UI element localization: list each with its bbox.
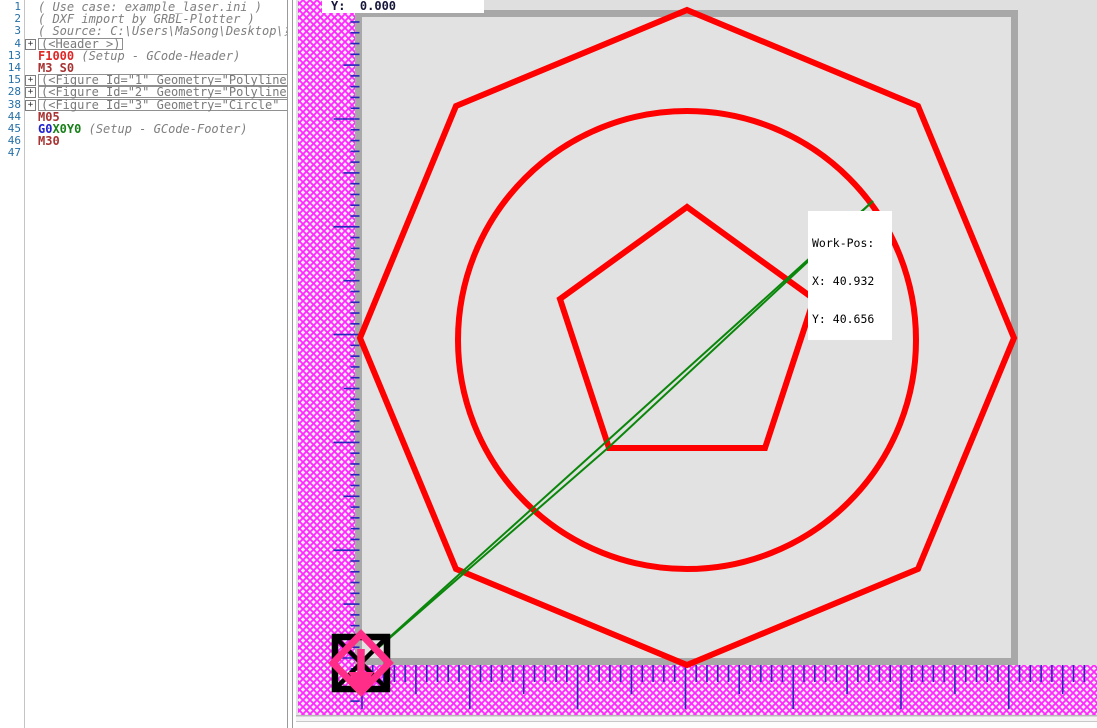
fold-spacer bbox=[23, 50, 38, 62]
work-pos-y: Y: 40.656 bbox=[812, 313, 889, 326]
gcode-editor[interactable]: 1 ( Use case: example_laser.ini ) 2 ( DXF i… bbox=[0, 0, 287, 728]
plus-icon[interactable]: + bbox=[25, 39, 36, 50]
line-number: 15 bbox=[0, 74, 23, 86]
bottom-divider bbox=[296, 715, 1097, 717]
line-number: 3 bbox=[0, 25, 23, 37]
code-text: (<Figure Id="3" Geometry="Circle" Pen bbox=[38, 99, 287, 111]
fold-expand-button[interactable]: + bbox=[23, 74, 38, 86]
panel-splitter-line[interactable] bbox=[292, 0, 293, 728]
plus-icon[interactable]: + bbox=[25, 75, 36, 86]
code-text: M05 bbox=[38, 111, 60, 123]
fold-expand-button[interactable]: + bbox=[23, 99, 38, 111]
bottom-panel-top bbox=[296, 722, 1097, 728]
code-text: M3 S0 bbox=[38, 62, 74, 74]
work-pos-title: Work-Pos: bbox=[812, 237, 889, 250]
code-text: (<Header >) bbox=[38, 38, 123, 50]
fold-expand-button[interactable]: + bbox=[23, 86, 38, 98]
code-line[interactable]: 46 M30 bbox=[0, 135, 287, 147]
fold-spacer bbox=[23, 1, 38, 13]
gcode-lines: 1 ( Use case: example_laser.ini ) 2 ( DXF i… bbox=[0, 1, 287, 159]
fold-spacer bbox=[23, 147, 38, 159]
fold-spacer bbox=[23, 111, 38, 123]
line-number: 2 bbox=[0, 13, 23, 25]
work-pos-tooltip: Work-Pos: X: 40.932 Y: 40.656 bbox=[808, 211, 892, 340]
line-number: 13 bbox=[0, 50, 23, 62]
code-text: ( DXF import by GRBL-Plotter ) bbox=[38, 13, 255, 25]
code-text: (<Figure Id="2" Geometry="Polyline" P bbox=[38, 86, 287, 98]
code-line[interactable]: 47 bbox=[0, 147, 287, 159]
grbl-plotter-window: { "editor": { "lines": [ {"num":"1","seg… bbox=[0, 0, 1097, 728]
panel-splitter[interactable] bbox=[287, 0, 288, 728]
code-text: F1000 (Setup - GCode-Header) bbox=[38, 50, 240, 62]
fold-spacer bbox=[23, 13, 38, 25]
code-text: M30 bbox=[38, 135, 60, 147]
code-text: G0X0Y0 (Setup - GCode-Footer) bbox=[38, 123, 248, 135]
code-text: ( Use case: example_laser.ini ) bbox=[38, 1, 262, 13]
plot-svg bbox=[296, 0, 1097, 728]
line-number: 4 bbox=[0, 38, 23, 50]
fold-spacer bbox=[23, 135, 38, 147]
line-number: 14 bbox=[0, 62, 23, 74]
y-position-readout: Y: 0.000 bbox=[322, 0, 484, 13]
code-line[interactable]: 3 ( Source: C:\Users\MaSong\Desktop\第1 bbox=[0, 25, 287, 37]
line-number: 28 bbox=[0, 86, 23, 98]
line-number: 44 bbox=[0, 111, 23, 123]
bottom-divider-2 bbox=[296, 721, 1097, 722]
line-number: 38 bbox=[0, 99, 23, 111]
code-text: (<Figure Id="1" Geometry="Polyline" P bbox=[38, 74, 287, 86]
fold-expand-button[interactable]: + bbox=[23, 38, 38, 50]
code-line[interactable]: 28+(<Figure Id="2" Geometry="Polyline" P bbox=[0, 86, 287, 98]
line-number: 46 bbox=[0, 135, 23, 147]
fold-spacer bbox=[23, 25, 38, 37]
line-number: 47 bbox=[0, 147, 23, 159]
plus-icon[interactable]: + bbox=[25, 87, 36, 98]
plus-icon[interactable]: + bbox=[25, 100, 36, 111]
work-pos-x: X: 40.932 bbox=[812, 275, 889, 288]
bottom-strip bbox=[296, 717, 1097, 722]
line-number: 1 bbox=[0, 1, 23, 13]
fold-spacer bbox=[23, 62, 38, 74]
fold-spacer bbox=[23, 123, 38, 135]
plot-canvas[interactable] bbox=[296, 0, 1097, 728]
line-number: 45 bbox=[0, 123, 23, 135]
code-text: ( Source: C:\Users\MaSong\Desktop\第1 bbox=[38, 25, 287, 37]
ruler-left-hatch bbox=[298, 0, 355, 716]
